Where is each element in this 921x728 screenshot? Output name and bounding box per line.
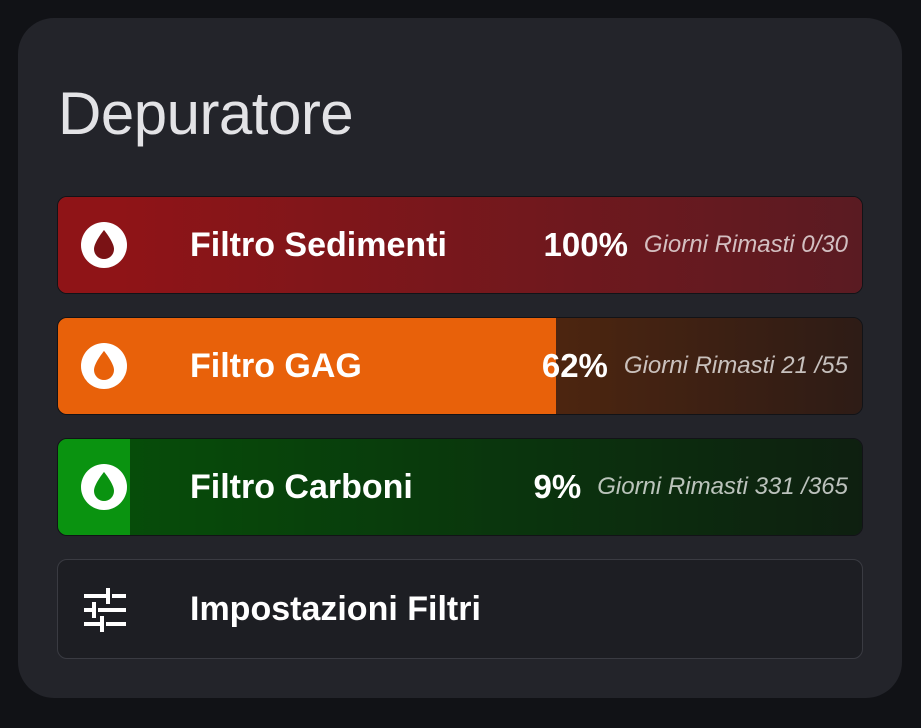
sliders-icon xyxy=(84,588,126,632)
filter-days-remaining: Giorni Rimasti 331 /365 xyxy=(597,473,848,500)
filter-stats: 9% Giorni Rimasti 331 /365 xyxy=(534,439,848,535)
filter-percent: 9% xyxy=(533,468,582,505)
water-drop-icon xyxy=(81,464,127,510)
filter-name: Filtro Carboni xyxy=(190,468,413,506)
filter-name: Filtro GAG xyxy=(190,347,362,385)
filter-stats: 100% Giorni Rimasti 0/30 xyxy=(544,197,848,293)
water-drop-icon xyxy=(81,343,127,389)
settings-label: Impostazioni Filtri xyxy=(190,590,481,628)
filter-percent: 62% xyxy=(541,347,608,384)
filter-row-carboni[interactable]: Filtro Carboni 9% Giorni Rimasti 331 /36… xyxy=(57,438,863,536)
filter-percent: 100% xyxy=(543,226,628,263)
filter-name: Filtro Sedimenti xyxy=(190,226,447,264)
filter-row-gag[interactable]: Filtro GAG 62% Giorni Rimasti 21 /55 xyxy=(57,317,863,415)
filter-stats: 62% Giorni Rimasti 21 /55 xyxy=(542,318,848,414)
depuratore-card: Depuratore Filtro Sedimenti 100% Giorni … xyxy=(18,18,902,698)
filter-settings-button[interactable]: Impostazioni Filtri xyxy=(57,559,863,659)
filter-days-remaining: Giorni Rimasti 0/30 xyxy=(643,231,848,258)
card-title: Depuratore xyxy=(58,80,354,147)
filter-days-remaining: Giorni Rimasti 21 /55 xyxy=(623,352,848,379)
filter-row-sedimenti[interactable]: Filtro Sedimenti 100% Giorni Rimasti 0/3… xyxy=(57,196,863,294)
water-drop-icon xyxy=(81,222,127,268)
